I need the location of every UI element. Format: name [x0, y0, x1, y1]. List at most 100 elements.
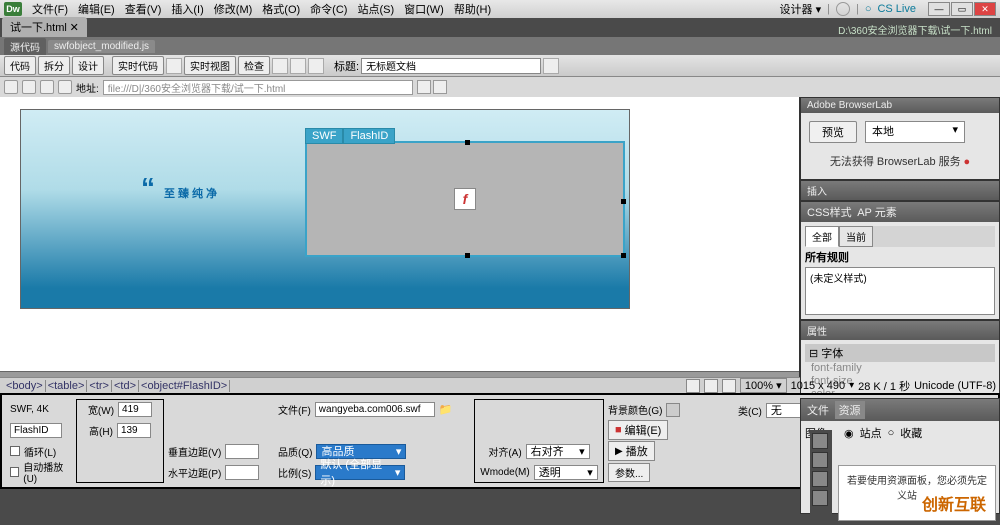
menu-insert[interactable]: 插入(I): [167, 0, 207, 19]
hmargin-label: 水平边距(P): [168, 465, 221, 480]
app-logo: Dw: [4, 2, 22, 16]
nav-forward-icon[interactable]: [22, 80, 36, 94]
asset-media-icon[interactable]: [812, 490, 828, 506]
menu-window[interactable]: 窗口(W): [400, 0, 448, 19]
nav-home-icon[interactable]: [58, 80, 72, 94]
browserlab-header[interactable]: Adobe BrowserLab: [801, 98, 999, 113]
menu-help[interactable]: 帮助(H): [450, 0, 495, 19]
panel-splitter[interactable]: [0, 371, 799, 377]
menu-site[interactable]: 站点(S): [353, 0, 398, 19]
css-all-tab[interactable]: 全部: [805, 226, 839, 247]
workspace-switcher[interactable]: 设计器 ▾: [780, 1, 822, 17]
window-close-button[interactable]: ✕: [974, 2, 996, 16]
css-current-tab[interactable]: 当前: [839, 226, 873, 247]
css-styles-tab[interactable]: CSS样式: [807, 204, 852, 220]
page-size-time: 28 K / 1 秒: [858, 378, 910, 394]
nav-back-icon[interactable]: [4, 80, 18, 94]
view-design-button[interactable]: 设计: [72, 56, 104, 75]
live-view-button[interactable]: 实时视图: [184, 56, 236, 75]
page-title-input[interactable]: [361, 58, 541, 74]
asset-colors-icon[interactable]: [812, 452, 828, 468]
autoplay-checkbox[interactable]: [10, 467, 19, 477]
toolbar-icon-4[interactable]: [308, 58, 324, 74]
tag-tr[interactable]: <tr>: [87, 380, 112, 392]
view-split-button[interactable]: 拆分: [38, 56, 70, 75]
chevron-down-icon: ▾: [952, 123, 958, 141]
address-label: 地址:: [76, 80, 99, 95]
view-code-button[interactable]: 代码: [4, 56, 36, 75]
address-input[interactable]: [103, 80, 413, 95]
toolbar-icon-1[interactable]: [166, 58, 182, 74]
tag-object[interactable]: <object#FlashID>: [139, 380, 230, 392]
live-code-button[interactable]: 实时代码: [112, 56, 164, 75]
height-field[interactable]: [117, 423, 151, 438]
zoom-tool-icon[interactable]: [722, 379, 736, 393]
cslive-label[interactable]: CS Live: [877, 3, 916, 15]
addr-icon-2[interactable]: [433, 80, 447, 94]
asset-urls-icon[interactable]: [812, 471, 828, 487]
window-minimize-button[interactable]: —: [928, 2, 950, 16]
resources-tab[interactable]: 资源: [835, 401, 865, 419]
params-button[interactable]: 参数...: [608, 463, 650, 482]
swf-tab[interactable]: SWF: [305, 128, 343, 144]
related-js-tab[interactable]: swfobject_modified.js: [48, 40, 155, 53]
document-tab-close-icon[interactable]: ✕: [70, 22, 79, 34]
loop-checkbox[interactable]: [10, 446, 20, 456]
window-maximize-button[interactable]: ▭: [951, 2, 973, 16]
file-field[interactable]: [315, 402, 435, 417]
wmode-dropdown[interactable]: 透明▾: [534, 465, 598, 480]
cslive-icon: ○: [865, 3, 872, 15]
watermark-logo: 创新互联: [916, 489, 992, 517]
scale-dropdown[interactable]: 默认 (全部显示)▾: [315, 465, 405, 480]
toolbar-icon-2[interactable]: [272, 58, 288, 74]
flashid-tab[interactable]: FlashID: [343, 128, 395, 144]
document-path: D:\360安全浏览器下载\试一下.html: [838, 22, 1000, 37]
site-radio-label[interactable]: 站点: [860, 425, 882, 441]
asset-images-icon[interactable]: [812, 433, 828, 449]
right-panel-group: Adobe BrowserLab 预览 本地▾ 无法获得 BrowserLab …: [800, 97, 1000, 377]
favorites-radio-label[interactable]: 收藏: [900, 425, 922, 441]
tag-body[interactable]: <body>: [4, 380, 46, 392]
file-label: 文件(F): [278, 402, 311, 417]
swf-selection[interactable]: SWF FlashID f: [305, 141, 625, 257]
menu-view[interactable]: 查看(V): [121, 0, 166, 19]
browserlab-status: 无法获得 BrowserLab 服务 ●: [805, 147, 995, 175]
encoding-label: Unicode (UTF-8): [914, 380, 996, 392]
prop-font-family[interactable]: font-family: [805, 362, 995, 375]
source-code-tab[interactable]: 源代码: [4, 38, 46, 55]
zoom-level[interactable]: 100% ▾: [740, 378, 787, 393]
menu-commands[interactable]: 命令(C): [306, 0, 351, 19]
local-dropdown[interactable]: 本地▾: [865, 121, 965, 143]
insert-header[interactable]: 插入: [801, 181, 999, 200]
width-field[interactable]: [118, 402, 152, 417]
align-dropdown[interactable]: 右对齐▾: [526, 444, 590, 459]
flashid-field[interactable]: [10, 423, 62, 438]
edit-button[interactable]: ■编辑(E): [608, 420, 668, 440]
inspect-button[interactable]: 检查: [238, 56, 270, 75]
hmargin-field[interactable]: [225, 465, 259, 480]
related-files-bar: 源代码 swfobject_modified.js: [0, 37, 1000, 55]
files-tab[interactable]: 文件: [807, 402, 829, 418]
menu-modify[interactable]: 修改(M): [210, 0, 257, 19]
rules-list[interactable]: (未定义样式): [805, 267, 995, 315]
canvas-dimensions[interactable]: 1015 x 490: [791, 380, 845, 392]
toolbar-icon-3[interactable]: [290, 58, 306, 74]
document-tab[interactable]: 试一下.html ✕: [2, 17, 87, 37]
ap-elements-tab[interactable]: AP 元素: [857, 204, 897, 220]
bgcolor-swatch[interactable]: [666, 403, 680, 417]
vmargin-field[interactable]: [225, 444, 259, 459]
toolbar-icon-5[interactable]: [543, 58, 559, 74]
search-icon[interactable]: [836, 2, 850, 16]
addr-icon-1[interactable]: [417, 80, 431, 94]
css-props-header[interactable]: 属性: [801, 321, 999, 340]
tag-td[interactable]: <td>: [112, 380, 139, 392]
preview-button[interactable]: 预览: [809, 121, 857, 143]
nav-refresh-icon[interactable]: [40, 80, 54, 94]
play-button[interactable]: ▶ 播放: [608, 441, 655, 461]
folder-icon[interactable]: 📁: [439, 403, 453, 416]
menu-format[interactable]: 格式(O): [258, 0, 304, 19]
select-tool-icon[interactable]: [686, 379, 700, 393]
hand-tool-icon[interactable]: [704, 379, 718, 393]
design-canvas[interactable]: 新瑞分析 “至臻纯净 SWF FlashID f: [0, 97, 800, 377]
tag-table[interactable]: <table>: [46, 380, 88, 392]
